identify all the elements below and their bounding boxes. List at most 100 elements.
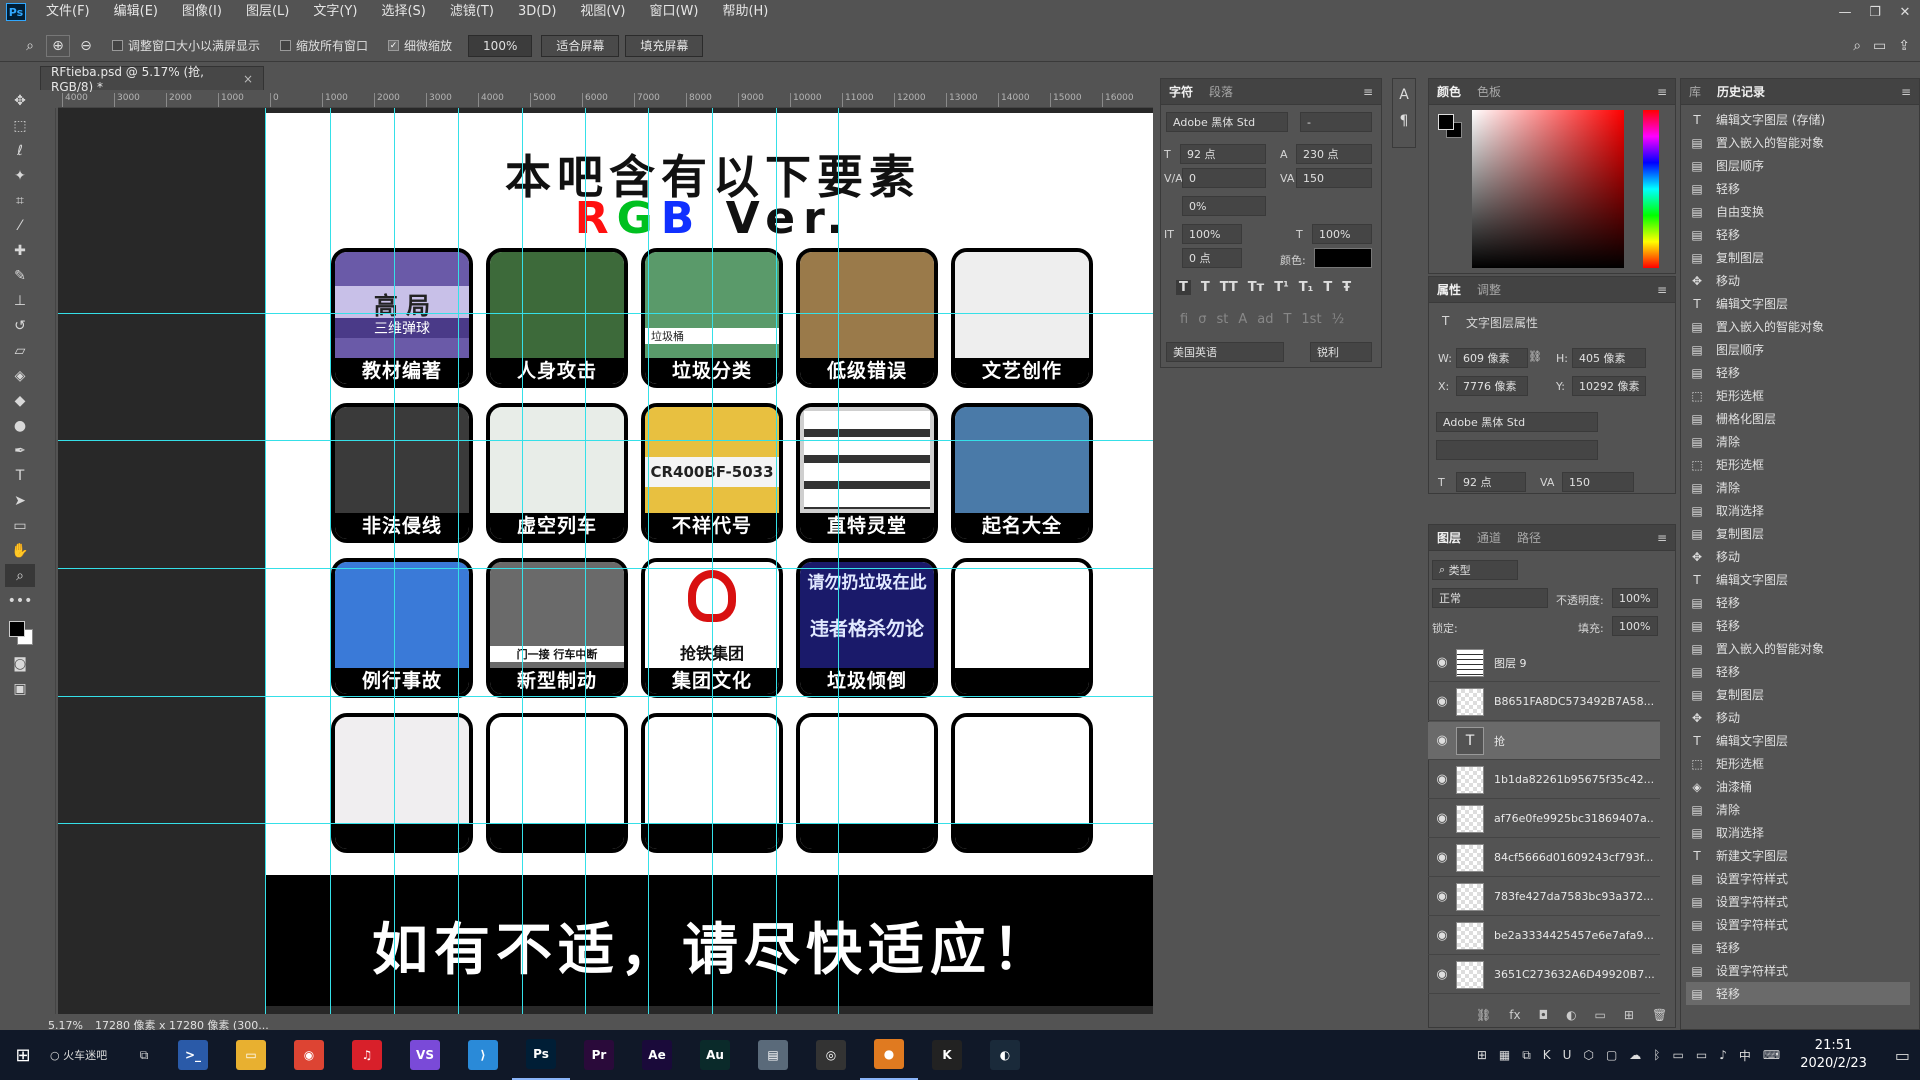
- zoom-out-icon[interactable]: ⊖: [74, 35, 98, 57]
- history-item[interactable]: T 编辑文字图层: [1686, 729, 1910, 752]
- add-mask-icon[interactable]: ◘: [1539, 1008, 1549, 1022]
- visibility-eye-icon[interactable]: ◉: [1428, 655, 1456, 670]
- guide-line[interactable]: [58, 696, 1153, 697]
- paragraph-panel-icon[interactable]: ¶: [1393, 113, 1415, 129]
- tab-paragraph[interactable]: 段落: [1209, 83, 1233, 100]
- history-item[interactable]: T 编辑文字图层 (存储): [1686, 108, 1910, 131]
- clone-stamp-tool-icon[interactable]: ⊥: [5, 289, 35, 312]
- paint-bucket-tool-icon[interactable]: ◈: [5, 364, 35, 387]
- guide-line[interactable]: [330, 108, 331, 1014]
- ordinals-icon[interactable]: 1st: [1301, 312, 1321, 327]
- titling-icon[interactable]: A: [1238, 312, 1247, 327]
- history-item[interactable]: ▤ 清除: [1686, 798, 1910, 821]
- taskbar-app[interactable]: VS: [396, 1030, 454, 1080]
- zoom-in-icon[interactable]: ⊕: [46, 34, 70, 57]
- zoom-all-checkbox[interactable]: 缩放所有窗口: [280, 37, 368, 54]
- visibility-eye-icon[interactable]: ◉: [1428, 694, 1456, 709]
- history-item[interactable]: ▤ 复制图层: [1686, 246, 1910, 269]
- quick-mask-icon[interactable]: ◙: [5, 652, 35, 675]
- history-item[interactable]: ▤ 复制图层: [1686, 683, 1910, 706]
- visibility-eye-icon[interactable]: ◉: [1428, 811, 1456, 826]
- layer-row[interactable]: ◉ 图层 9: [1428, 644, 1660, 682]
- menu-item[interactable]: 文件(F): [34, 0, 102, 24]
- healing-tool-icon[interactable]: ✚: [5, 239, 35, 262]
- crop-tool-icon[interactable]: ⌗: [5, 189, 35, 212]
- swash-icon[interactable]: σ: [1198, 312, 1206, 327]
- history-item[interactable]: ▤ 清除: [1686, 430, 1910, 453]
- menu-item[interactable]: 3D(D): [506, 0, 568, 24]
- history-item[interactable]: ▤ 设置字符样式: [1686, 890, 1910, 913]
- visibility-eye-icon[interactable]: ◉: [1428, 928, 1456, 943]
- taskbar-app[interactable]: Ae: [628, 1030, 686, 1080]
- font-size-field[interactable]: 92 点: [1180, 144, 1266, 164]
- scale-field[interactable]: 0%: [1182, 196, 1266, 216]
- history-item[interactable]: ⬚ 矩形选框: [1686, 752, 1910, 775]
- tray-icon-5[interactable]: U: [1563, 1048, 1572, 1062]
- all-caps-icon[interactable]: TT: [1220, 280, 1238, 295]
- scrubby-zoom-checkbox[interactable]: ✓ 细微缩放: [388, 37, 452, 54]
- history-item[interactable]: ⬚ 矩形选框: [1686, 384, 1910, 407]
- taskbar-app[interactable]: ▭: [222, 1030, 280, 1080]
- element-card[interactable]: 高 局三维弹球 教材编著: [331, 248, 473, 388]
- magic-wand-tool-icon[interactable]: ✦: [5, 164, 35, 187]
- guide-line[interactable]: [776, 108, 777, 1014]
- history-item[interactable]: T 编辑文字图层: [1686, 568, 1910, 591]
- kerning-field[interactable]: 0: [1182, 168, 1266, 188]
- marquee-tool-icon[interactable]: ⬚: [5, 114, 35, 137]
- tab-character[interactable]: 字符: [1169, 83, 1193, 100]
- menu-item[interactable]: 图层(L): [234, 0, 301, 24]
- history-item[interactable]: ⬚ 矩形选框: [1686, 453, 1910, 476]
- fx-icon[interactable]: fx: [1509, 1008, 1520, 1022]
- tab-channels[interactable]: 通道: [1477, 529, 1501, 546]
- history-item[interactable]: ▤ 清除: [1686, 476, 1910, 499]
- path-selection-tool-icon[interactable]: ➤: [5, 489, 35, 512]
- fraction-icon[interactable]: T: [1283, 312, 1291, 327]
- element-card[interactable]: 门一接 行车中断 新型制动: [486, 558, 628, 698]
- guide-line[interactable]: [838, 108, 839, 1014]
- panel-menu-icon[interactable]: ≡: [1901, 85, 1911, 99]
- zoom-value-field[interactable]: 100%: [468, 34, 533, 57]
- history-item[interactable]: T 新建文字图层: [1686, 844, 1910, 867]
- foreground-color[interactable]: [9, 621, 25, 637]
- panel-menu-icon[interactable]: ≡: [1657, 283, 1667, 297]
- canvas-area[interactable]: 本吧含有以下要素 RGB Ver. 高 局三维弹球 教材编著 人身攻击 垃圾桶 垃圾分类…: [58, 108, 1153, 1014]
- color-fg-swatch[interactable]: [1438, 114, 1454, 130]
- element-card[interactable]: 直特灵堂: [796, 403, 938, 543]
- history-item[interactable]: ▤ 轻移: [1686, 223, 1910, 246]
- tab-paths[interactable]: 路径: [1517, 529, 1541, 546]
- element-card[interactable]: [951, 713, 1093, 853]
- font-family-select[interactable]: Adobe 黑体 Std: [1166, 112, 1288, 132]
- history-item[interactable]: ▤ 轻移: [1686, 614, 1910, 637]
- properties-size-field[interactable]: 92 点: [1456, 472, 1526, 492]
- guide-line[interactable]: [712, 108, 713, 1014]
- panel-menu-icon[interactable]: ≡: [1363, 85, 1373, 99]
- element-card[interactable]: 虚空列车: [486, 403, 628, 543]
- history-item[interactable]: ◈ 油漆桶: [1686, 775, 1910, 798]
- layer-row[interactable]: ◉ af76e0fe9925bc31869407a...: [1428, 800, 1660, 838]
- eyedropper-tool-icon[interactable]: ⁄: [5, 214, 35, 237]
- screen-mode-icon[interactable]: ▣: [5, 677, 35, 700]
- panel-menu-icon[interactable]: ≡: [1657, 85, 1667, 99]
- zoom-tool-icon[interactable]: ⌕: [18, 35, 42, 57]
- element-card[interactable]: 请勿扔垃圾在此 违者格杀勿论 垃圾倾倒: [796, 558, 938, 698]
- eraser-tool-icon[interactable]: ▱: [5, 339, 35, 362]
- adjustment-layer-icon[interactable]: ◐: [1566, 1008, 1576, 1022]
- guide-line[interactable]: [458, 108, 459, 1014]
- leading-field[interactable]: 230 点: [1296, 144, 1372, 164]
- start-button[interactable]: ⊞: [0, 1030, 46, 1080]
- blur-tool-icon[interactable]: ◆: [5, 389, 35, 412]
- history-item[interactable]: ✥ 移动: [1686, 706, 1910, 729]
- delete-layer-icon[interactable]: 🗑: [1652, 1008, 1667, 1022]
- tab-history[interactable]: 历史记录: [1717, 83, 1765, 100]
- subscript-icon[interactable]: T₁: [1299, 280, 1314, 295]
- horizontal-scale-field[interactable]: 100%: [1312, 224, 1372, 244]
- layer-row[interactable]: ◉ be2a3334425457e6e7afa9...: [1428, 917, 1660, 955]
- menu-item[interactable]: 选择(S): [369, 0, 437, 24]
- history-item[interactable]: ✥ 移动: [1686, 545, 1910, 568]
- menu-item[interactable]: 帮助(H): [710, 0, 780, 24]
- superscript-icon[interactable]: T¹: [1274, 280, 1289, 295]
- color-field[interactable]: [1472, 110, 1624, 268]
- visibility-eye-icon[interactable]: ◉: [1428, 850, 1456, 865]
- visibility-eye-icon[interactable]: ◉: [1428, 733, 1456, 748]
- underline-icon[interactable]: T: [1323, 280, 1332, 295]
